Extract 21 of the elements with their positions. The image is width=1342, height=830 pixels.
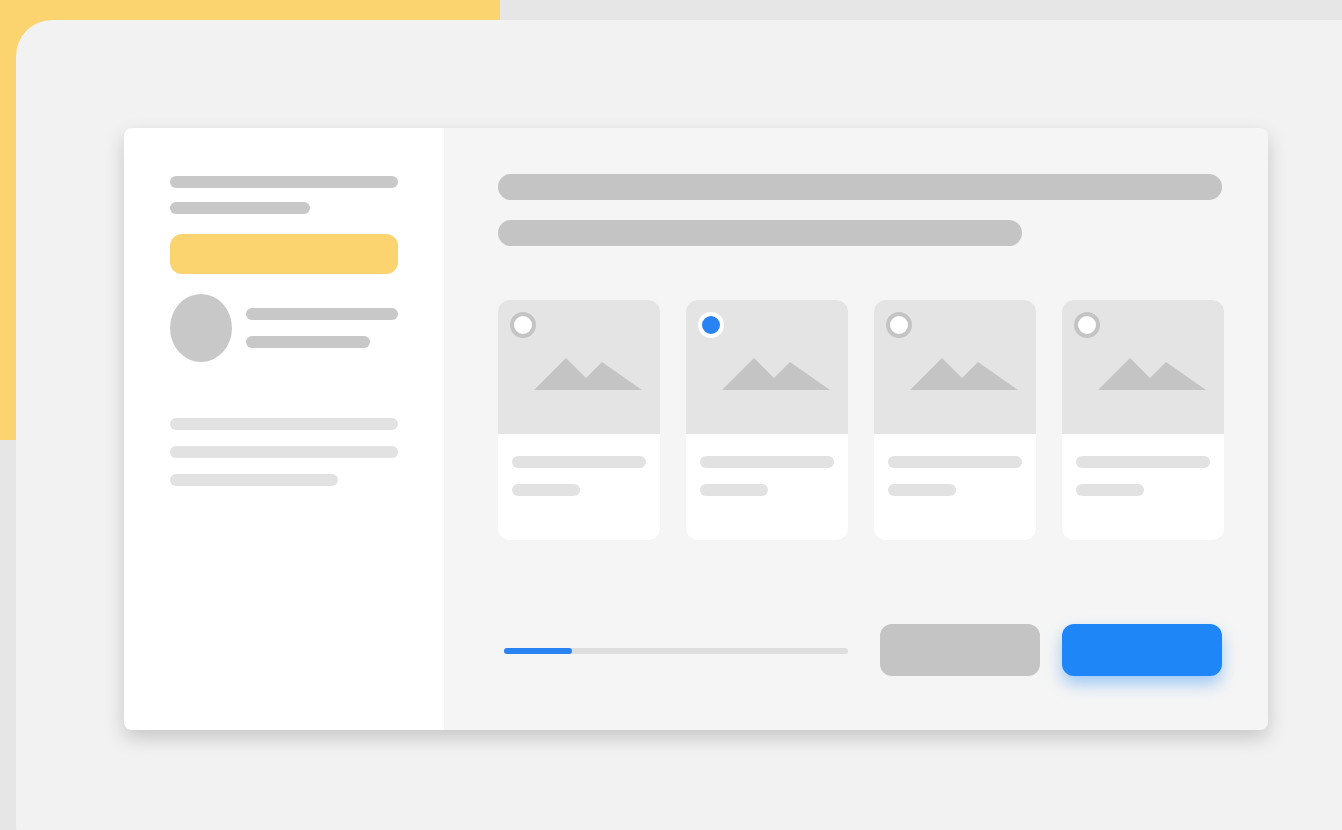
primary-button[interactable] [1062, 624, 1222, 676]
placeholder-line [170, 202, 310, 214]
radio-button[interactable] [510, 312, 536, 338]
placeholder-line [888, 484, 956, 496]
placeholder-line [512, 484, 580, 496]
image-card[interactable] [686, 300, 848, 540]
placeholder-line [700, 456, 834, 468]
placeholder-line [700, 484, 768, 496]
placeholder-line [512, 456, 646, 468]
secondary-button[interactable] [880, 624, 1040, 676]
placeholder-line [246, 336, 370, 348]
placeholder-line [1076, 484, 1144, 496]
avatar-circle [170, 294, 232, 362]
highlight-bar[interactable] [170, 234, 398, 274]
radio-button[interactable] [1074, 312, 1100, 338]
placeholder-line [888, 456, 1022, 468]
image-card[interactable] [498, 300, 660, 540]
radio-button[interactable] [886, 312, 912, 338]
placeholder-line [1076, 456, 1210, 468]
image-card[interactable] [874, 300, 1036, 540]
image-card[interactable] [1062, 300, 1224, 540]
